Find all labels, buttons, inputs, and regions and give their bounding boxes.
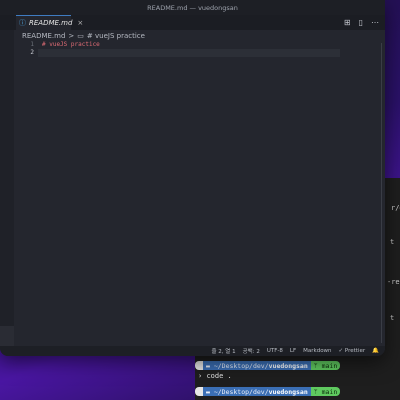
code-content[interactable]: # vueJS practice: [42, 41, 100, 57]
path-current-dir: vuedongsan: [268, 387, 308, 396]
path-prefix: ~/Desktop/dev/: [213, 387, 269, 396]
breadcrumb-section[interactable]: # vueJS practice: [87, 32, 145, 40]
split-editor-icon[interactable]: ▯: [359, 18, 363, 27]
folder-icon: ▬: [206, 361, 214, 370]
breadcrumb-file[interactable]: README.md: [22, 32, 65, 40]
folder-icon: ▬: [206, 387, 214, 396]
prompt-path: ▬ ~/Desktop/dev/vuedongsan: [203, 387, 311, 396]
git-branch: ᛘ main: [310, 361, 341, 370]
chevron-right-icon: >: [68, 32, 75, 40]
close-icon[interactable]: ×: [77, 19, 83, 27]
terminal-prompt: ▬ ~/Desktop/dev/vuedongsan ᛘ main: [195, 361, 341, 370]
scrollbar[interactable]: [381, 43, 382, 343]
apple-icon: [195, 387, 203, 396]
tab-bar: ⓘ README.md × ⊞ ▯ ⋯: [0, 15, 385, 30]
title-bar[interactable]: README.md — vuedongsan: [0, 0, 385, 15]
tab-label: README.md: [29, 19, 73, 27]
open-preview-icon[interactable]: ⊞: [344, 18, 351, 27]
section-icon: ▭: [77, 32, 84, 40]
path-prefix: ~/Desktop/dev/: [213, 361, 269, 370]
terminal-clipped-text: r/dis: [391, 204, 400, 212]
more-actions-icon[interactable]: ⋯: [371, 18, 379, 27]
bell-icon[interactable]: 🔔: [372, 348, 379, 354]
git-branch-name: main: [321, 361, 338, 370]
terminal-prompt: ▬ ~/Desktop/dev/vuedongsan ᛘ main: [195, 387, 341, 396]
terminal-clipped-text: t: [390, 238, 395, 246]
git-branch-icon: ᛘ: [313, 387, 322, 396]
sidebar-strip[interactable]: [0, 30, 14, 346]
prompt-path: ▬ ~/Desktop/dev/vuedongsan: [203, 361, 311, 370]
line-number-gutter: 1 2: [14, 41, 34, 57]
encoding[interactable]: UTF-8: [267, 348, 283, 354]
code-line[interactable]: # vueJS practice: [42, 41, 100, 49]
terminal-command: › code .: [198, 372, 232, 380]
editor-area[interactable]: 1 2 # vueJS practice: [14, 41, 385, 346]
apple-icon: [195, 361, 203, 370]
command-text: code .: [206, 372, 232, 380]
prettier-status[interactable]: ✓ Prettier: [339, 348, 366, 354]
breadcrumb: README.md > ▭ # vueJS practice: [22, 31, 145, 41]
status-bar: 줄 2, 열 1 공백: 2 UTF-8 LF Markdown ✓ Prett…: [0, 346, 385, 356]
terminal-clipped-text: -reus: [387, 278, 400, 286]
git-branch: ᛘ main: [310, 387, 341, 396]
sidebar-lower-panel: [0, 326, 14, 346]
path-current-dir: vuedongsan: [268, 361, 308, 370]
code-line[interactable]: [42, 49, 100, 57]
line-number: 1: [30, 41, 34, 48]
git-branch-icon: ᛘ: [313, 361, 322, 370]
tab-readme[interactable]: ⓘ README.md ×: [16, 15, 83, 30]
terminal-clipped-text: t: [390, 314, 395, 322]
cursor-position[interactable]: 줄 2, 열 1: [212, 347, 236, 355]
vscode-window: README.md — vuedongsan ⓘ README.md × ⊞ ▯…: [0, 0, 385, 356]
line-number: 2: [30, 49, 34, 56]
language-mode[interactable]: Markdown: [303, 348, 331, 354]
indentation[interactable]: 공백: 2: [243, 347, 260, 355]
editor-actions: ⊞ ▯ ⋯: [344, 18, 379, 27]
window-title: README.md — vuedongsan: [147, 3, 238, 12]
info-icon: ⓘ: [19, 19, 26, 27]
git-branch-name: main: [321, 387, 338, 396]
end-of-line[interactable]: LF: [290, 348, 296, 354]
